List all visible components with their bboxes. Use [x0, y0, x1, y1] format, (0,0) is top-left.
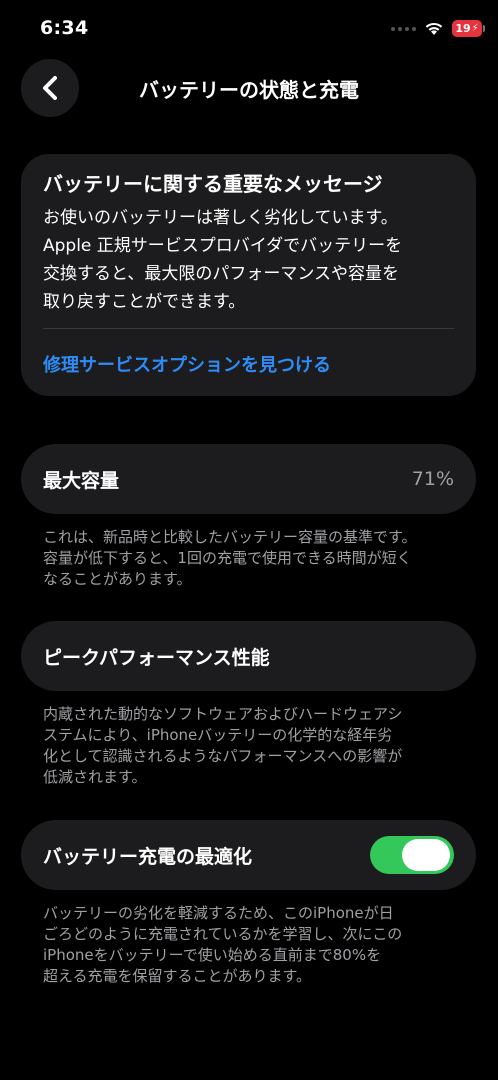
peak-performance-label: ピークパフォーマンス性能	[43, 646, 270, 669]
footnote-line: ステムにより、iPhoneバッテリーの化学的な経年劣	[43, 726, 393, 744]
footnote-line: バッテリーの劣化を軽減するため、このiPhoneが日	[43, 904, 394, 922]
optimized-charging-label: バッテリー充電の最適化	[43, 845, 253, 868]
peak-performance-footnote: 内蔵された動的なソフトウェアおよびハードウェアシ ステムにより、iPhoneバッ…	[43, 704, 463, 788]
message-line: Apple 正規サービスプロバイダでバッテリーを	[43, 236, 403, 256]
divider	[43, 328, 454, 329]
status-time: 6:34	[40, 17, 89, 39]
page-title: バッテリーの状態と充電	[139, 78, 359, 102]
footnote-line: 低減されます。	[43, 768, 147, 786]
optimized-charging-toggle[interactable]	[370, 836, 454, 874]
maximum-capacity-value: 71%	[411, 468, 454, 490]
maximum-capacity-label: 最大容量	[43, 469, 120, 492]
footnote-line: なることがあります。	[43, 570, 192, 588]
capacity-footnote: これは、新品時と比較したバッテリー容量の基準です。 容量が低下すると、1回の充電…	[43, 527, 463, 590]
footnote-line: 容量が低下すると、1回の充電で使用できる時間が短く	[43, 549, 412, 567]
footnote-line: ごろどのように充電されているかを学習し、次にこの	[43, 925, 403, 943]
status-icons: 19 ⚡	[391, 20, 485, 37]
maximum-capacity-row: 最大容量 71%	[21, 444, 476, 514]
message-line: お使いのバッテリーは著しく劣化しています。	[43, 208, 398, 228]
status-bar: 6:34 19 ⚡	[0, 0, 498, 56]
footnote-line: 内蔵された動的なソフトウェアおよびハードウェアシ	[43, 705, 403, 723]
footnote-line: 超える充電を保留することがあります。	[43, 967, 312, 985]
message-body: お使いのバッテリーは著しく劣化しています。 Apple 正規サービスプロバイダで…	[43, 204, 454, 316]
find-service-options-link[interactable]: 修理サービスオプションを見つける	[43, 351, 454, 377]
optimized-charging-footnote: バッテリーの劣化を軽減するため、このiPhoneが日 ごろどのように充電されてい…	[43, 903, 463, 987]
battery-level: 19	[455, 22, 471, 35]
message-line: 交換すると、最大限のパフォーマンスや容量を	[43, 264, 399, 284]
message-line: 取り戻すことができます。	[43, 292, 246, 312]
battery-charging-icon: 19 ⚡	[452, 20, 485, 37]
battery-message-card: バッテリーに関する重要なメッセージ お使いのバッテリーは著しく劣化しています。 …	[21, 154, 476, 396]
footnote-line: 化として認識されるようなパフォーマンスへの影響が	[43, 747, 403, 765]
footnote-line: これは、新品時と比較したバッテリー容量の基準です。	[43, 528, 417, 546]
signal-dots-icon	[391, 26, 416, 31]
toggle-knob	[402, 839, 450, 871]
message-title: バッテリーに関する重要なメッセージ	[43, 172, 383, 196]
footnote-line: iPhoneをバッテリーで使い始める直前まで80%を	[43, 946, 382, 964]
peak-performance-row: ピークパフォーマンス性能	[21, 621, 476, 691]
optimized-charging-row: バッテリー充電の最適化	[21, 820, 476, 890]
wifi-icon	[425, 22, 443, 35]
